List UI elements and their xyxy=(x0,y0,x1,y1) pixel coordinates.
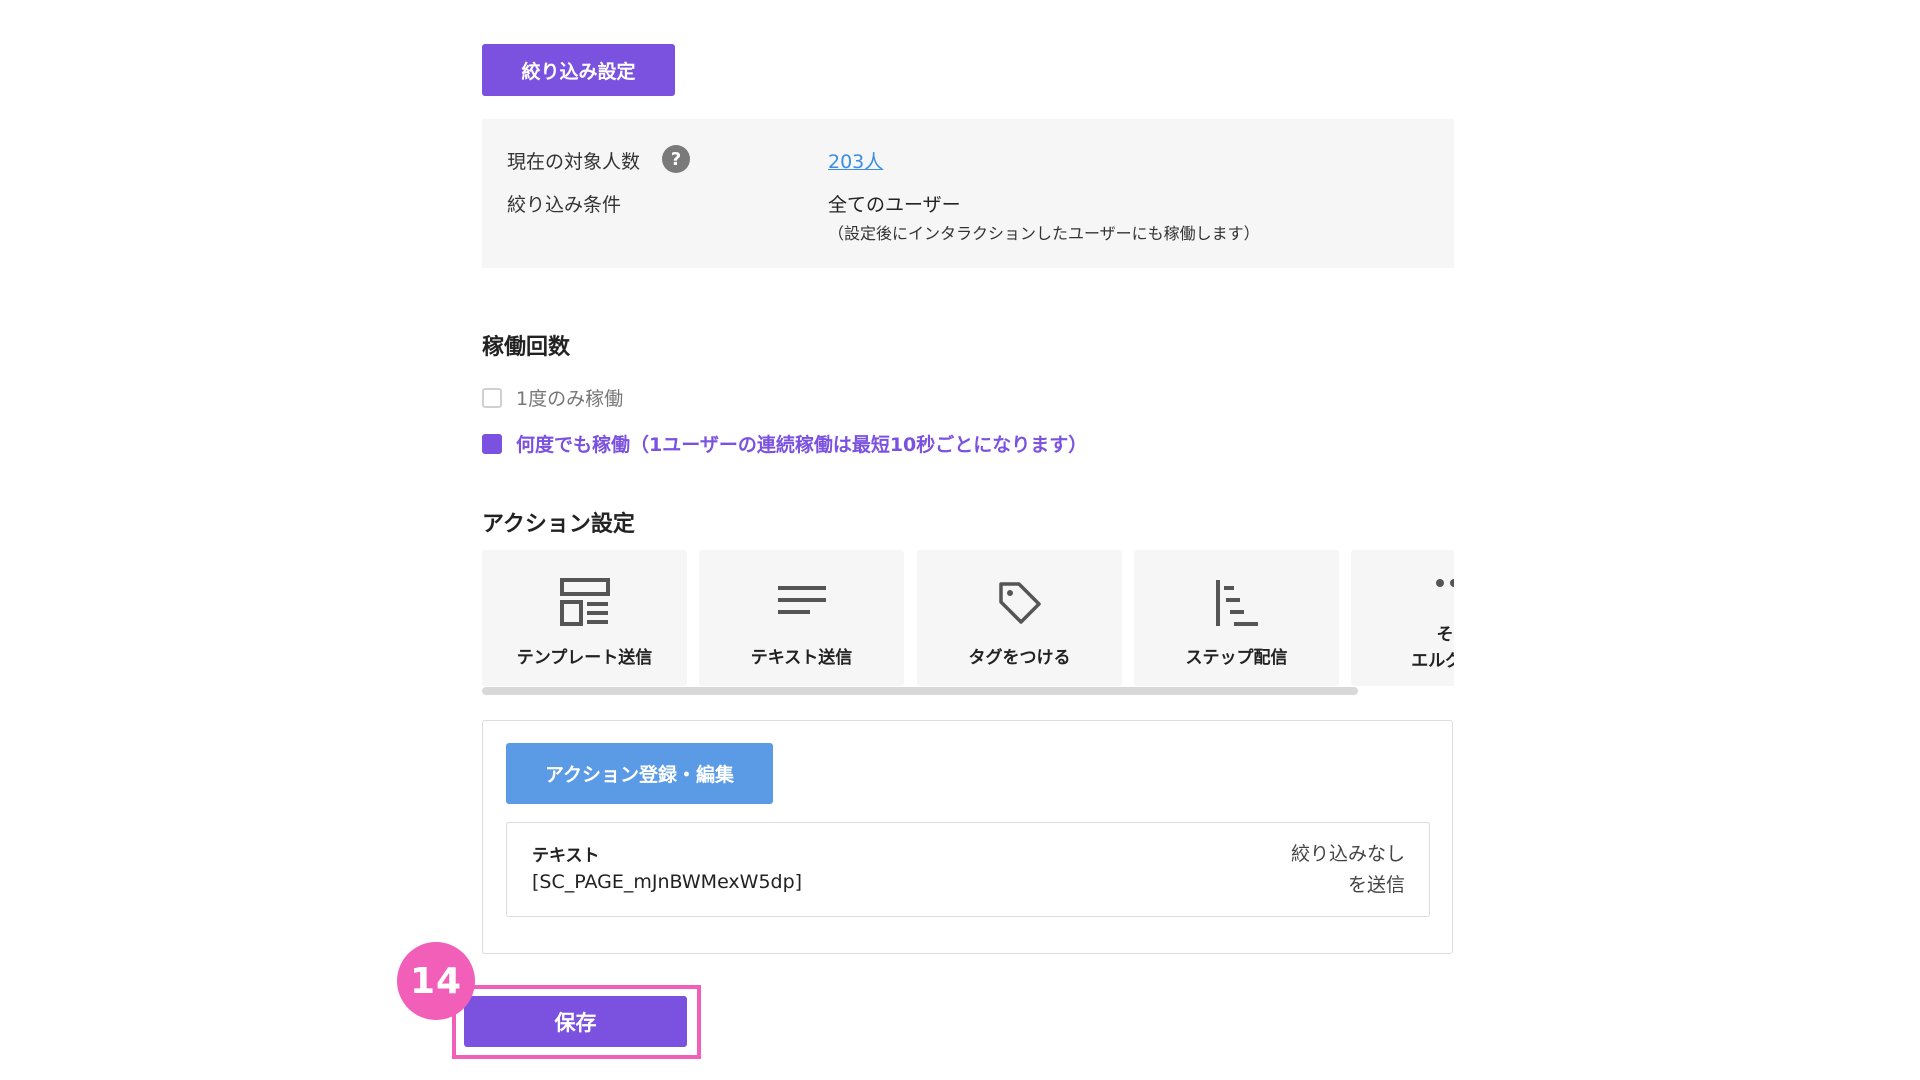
action-section-title: アクション設定 xyxy=(482,512,635,537)
filter-condition-label: 絞り込み条件 xyxy=(507,194,622,216)
action-content-text: [SC_PAGE_mJnBWMexW5dp] xyxy=(532,871,803,893)
tile-text-send-label: テキスト送信 xyxy=(750,648,853,668)
more-dots-icon xyxy=(1351,576,1454,590)
action-type-label: テキスト xyxy=(532,846,600,866)
tile-other-label-line1: その xyxy=(1436,625,1455,645)
filter-settings-button[interactable]: 絞り込み設定 xyxy=(482,44,675,96)
filter-condition-value: 全てのユーザー xyxy=(828,194,961,216)
tile-other-label-line2: エルグラム xyxy=(1411,651,1454,671)
text-lines-icon xyxy=(699,578,904,628)
action-filter-line2: を送信 xyxy=(1347,874,1405,896)
tile-step-delivery[interactable]: ステップ配信 xyxy=(1134,550,1339,686)
tile-add-tag-label: タグをつける xyxy=(968,648,1071,668)
tile-other[interactable]: その エルグラム xyxy=(1351,550,1454,686)
page: 絞り込み設定 現在の対象人数 ? 203人 絞り込み条件 全てのユーザー （設定… xyxy=(0,0,1920,1080)
tile-template-send[interactable]: テンプレート送信 xyxy=(482,550,687,686)
tile-step-delivery-label: ステップ配信 xyxy=(1185,648,1288,668)
run-repeat-option[interactable]: 何度でも稼働（1ユーザーの連続稼働は最短10秒ごとになります） xyxy=(482,430,1087,457)
current-count-label: 現在の対象人数 xyxy=(507,151,641,173)
action-type-tiles: テンプレート送信 テキスト送信 タグをつける ステップ配信 そ エルグ xyxy=(482,550,1454,697)
registered-action-item[interactable]: テキスト [SC_PAGE_mJnBWMexW5dp] 絞り込みなし を送信 xyxy=(506,822,1430,917)
run-once-checkbox[interactable] xyxy=(482,387,502,408)
tag-icon xyxy=(917,578,1122,628)
run-once-option[interactable]: 1度のみ稼働 xyxy=(482,384,623,411)
run-once-label: 1度のみ稼働 xyxy=(516,388,624,410)
action-filter-text: 絞り込みなし を送信 xyxy=(1291,839,1405,901)
filter-condition-note: （設定後にインタラクションしたユーザーにも稼働します） xyxy=(828,224,1260,243)
run-repeat-label: 何度でも稼働（1ユーザーの連続稼働は最短10秒ごとになります） xyxy=(516,434,1088,456)
template-icon xyxy=(482,578,687,628)
current-count-link[interactable]: 203人 xyxy=(828,147,883,174)
tiles-scrollbar[interactable] xyxy=(482,687,1358,695)
action-register-edit-button[interactable]: アクション登録・編集 xyxy=(506,743,773,804)
save-button[interactable]: 保存 xyxy=(464,996,687,1047)
filter-info-panel xyxy=(482,119,1454,268)
tile-template-send-label: テンプレート送信 xyxy=(516,648,653,668)
question-icon[interactable]: ? xyxy=(662,145,690,173)
tile-add-tag[interactable]: タグをつける xyxy=(917,550,1122,686)
action-filter-line1: 絞り込みなし xyxy=(1290,843,1405,865)
step-delivery-icon xyxy=(1134,578,1339,628)
tile-text-send[interactable]: テキスト送信 xyxy=(699,550,904,686)
step-number-badge: 14 xyxy=(397,942,475,1020)
run-repeat-checkbox[interactable] xyxy=(482,433,502,454)
runs-section-title: 稼働回数 xyxy=(482,335,571,360)
action-registration-box: アクション登録・編集 テキスト [SC_PAGE_mJnBWMexW5dp] 絞… xyxy=(482,720,1453,954)
